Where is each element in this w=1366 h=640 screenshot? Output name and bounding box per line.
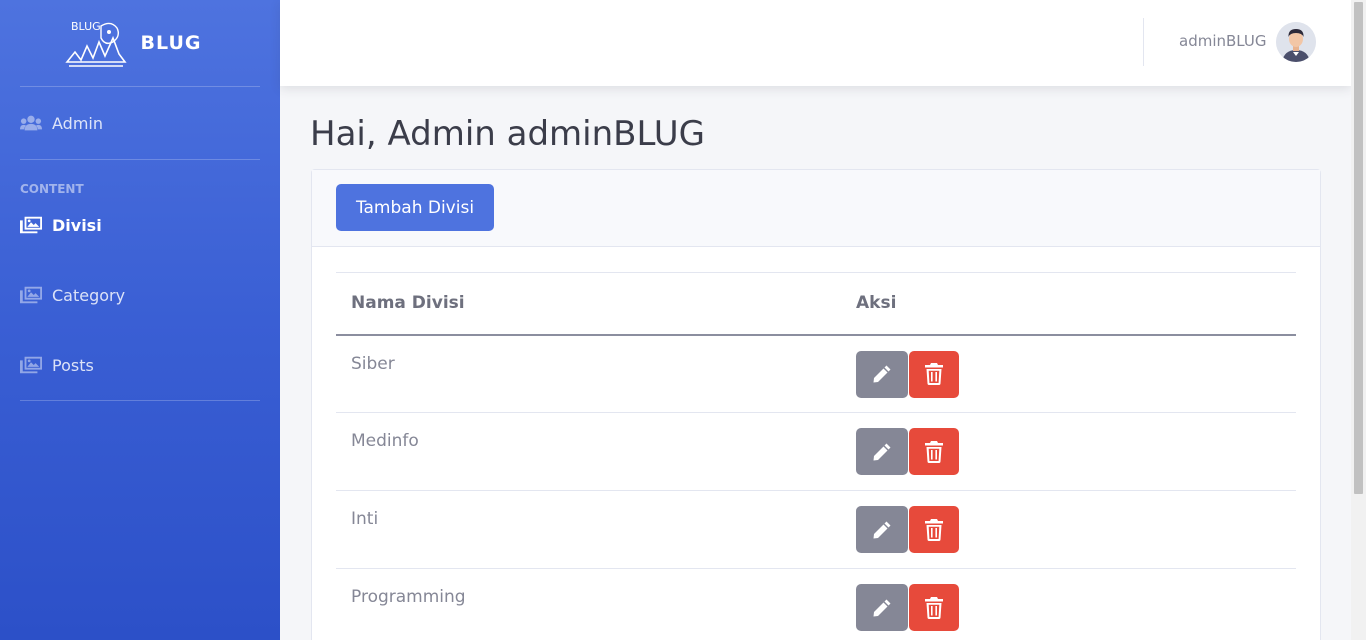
delete-button[interactable] bbox=[909, 506, 959, 553]
images-icon bbox=[20, 286, 42, 304]
sidebar-item-label: Category bbox=[52, 285, 126, 305]
table-row: Programming bbox=[336, 568, 1296, 640]
divisi-name-cell: Programming bbox=[336, 568, 841, 640]
actions-cell bbox=[841, 490, 1296, 569]
images-icon bbox=[20, 356, 42, 374]
sidebar-heading: CONTENT bbox=[20, 182, 84, 196]
table-header-row: Nama Divisi Aksi bbox=[336, 272, 1296, 336]
edit-button[interactable] bbox=[856, 350, 908, 398]
column-header-nama-divisi[interactable]: Nama Divisi bbox=[336, 272, 841, 336]
brand-name: BLUG bbox=[140, 32, 202, 54]
brand-logo: BLUG bbox=[64, 20, 127, 67]
sidebar: BLUG BLUG Admin CONTENT Divisi Category … bbox=[0, 0, 280, 640]
actions-cell bbox=[841, 334, 1296, 413]
pencil-icon bbox=[873, 365, 891, 383]
divisi-name-cell: Medinfo bbox=[336, 412, 841, 491]
edit-button[interactable] bbox=[856, 428, 908, 475]
sidebar-item-label: Admin bbox=[52, 113, 103, 133]
page-scrollbar[interactable] bbox=[1351, 0, 1366, 640]
trash-icon bbox=[925, 596, 943, 619]
sidebar-item-label: Posts bbox=[52, 355, 94, 375]
topbar-divider bbox=[1143, 18, 1144, 66]
sidebar-item-label: Divisi bbox=[52, 215, 102, 235]
pencil-icon bbox=[873, 443, 891, 460]
images-icon bbox=[20, 216, 42, 234]
divisi-table: Nama Divisi Aksi Siber Medinfo Inti Prog… bbox=[336, 272, 1296, 640]
scrollbar-thumb[interactable] bbox=[1354, 2, 1363, 494]
delete-button[interactable] bbox=[909, 584, 959, 631]
actions-cell bbox=[841, 568, 1296, 640]
divisi-name-cell: Siber bbox=[336, 334, 841, 413]
table-row: Inti bbox=[336, 490, 1296, 569]
divisi-card: Tambah Divisi Nama Divisi Aksi Siber Med… bbox=[311, 169, 1321, 640]
sidebar-item-divisi[interactable]: Divisi bbox=[0, 202, 280, 248]
sidebar-item-posts[interactable]: Posts bbox=[0, 330, 280, 400]
table-row: Medinfo bbox=[336, 412, 1296, 491]
topbar: adminBLUG bbox=[280, 0, 1351, 86]
sidebar-divider bbox=[20, 400, 260, 401]
table-row: Siber bbox=[336, 334, 1296, 413]
edit-button[interactable] bbox=[856, 506, 908, 553]
trash-icon bbox=[925, 440, 943, 463]
delete-button[interactable] bbox=[909, 428, 959, 475]
pencil-icon bbox=[873, 599, 891, 616]
card-header: Tambah Divisi bbox=[312, 170, 1320, 247]
edit-button[interactable] bbox=[856, 584, 908, 631]
actions-cell bbox=[841, 412, 1296, 491]
users-icon bbox=[20, 115, 42, 131]
delete-button[interactable] bbox=[909, 350, 959, 398]
logo-text: BLUG bbox=[71, 20, 101, 33]
trash-icon bbox=[925, 363, 943, 385]
column-header-aksi[interactable]: Aksi bbox=[841, 272, 1296, 336]
user-name[interactable]: adminBLUG bbox=[1179, 32, 1267, 50]
add-divisi-button[interactable]: Tambah Divisi bbox=[336, 184, 494, 231]
pencil-icon bbox=[873, 521, 891, 538]
user-avatar-icon bbox=[1276, 22, 1316, 62]
avatar[interactable] bbox=[1276, 22, 1316, 62]
sidebar-item-admin[interactable]: Admin bbox=[0, 87, 280, 159]
divisi-name-cell: Inti bbox=[336, 490, 841, 569]
page-title: Hai, Admin adminBLUG bbox=[310, 114, 705, 154]
sidebar-brand[interactable]: BLUG BLUG bbox=[0, 0, 280, 86]
sidebar-item-category[interactable]: Category bbox=[0, 260, 280, 330]
trash-icon bbox=[925, 518, 943, 541]
